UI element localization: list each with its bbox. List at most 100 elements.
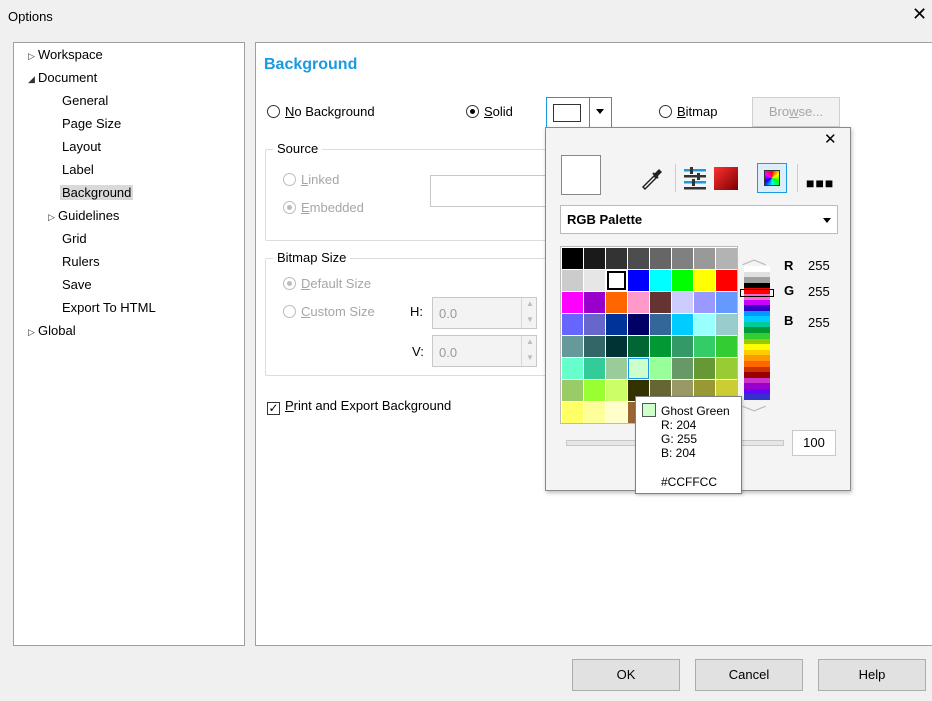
default-size-radio[interactable]: Default Size [283, 276, 371, 291]
palette-swatch[interactable] [628, 270, 649, 291]
palette-swatch[interactable] [562, 402, 583, 423]
tree-item-grid[interactable]: Grid [62, 231, 87, 246]
palette-swatch[interactable] [606, 380, 627, 401]
chevron-down-icon[interactable] [823, 218, 831, 223]
palette-swatch[interactable] [650, 314, 671, 335]
palette-swatch[interactable] [672, 248, 693, 269]
palette-swatch[interactable] [606, 292, 627, 313]
palettes-icon[interactable] [757, 163, 787, 193]
palette-swatch[interactable] [694, 248, 715, 269]
palette-swatch[interactable] [672, 358, 693, 379]
tree-item-export-to-html[interactable]: Export To HTML [62, 300, 156, 315]
palette-select[interactable]: RGB Palette [560, 205, 838, 234]
help-button[interactable]: Help [818, 659, 926, 691]
palette-swatch[interactable] [672, 314, 693, 335]
tree-item-general[interactable]: General [62, 93, 108, 108]
palette-swatch[interactable] [716, 270, 737, 291]
eyedropper-icon[interactable] [639, 165, 665, 191]
radio-indicator[interactable] [283, 305, 296, 318]
palette-swatch[interactable] [584, 248, 605, 269]
palette-swatch[interactable] [584, 380, 605, 401]
spectrum-strip[interactable] [744, 266, 770, 401]
palette-swatch[interactable] [606, 358, 627, 379]
palette-swatch[interactable] [672, 270, 693, 291]
source-path-field[interactable] [430, 175, 548, 207]
spin-down-icon[interactable]: ▼ [526, 315, 534, 324]
palette-swatch[interactable] [584, 358, 605, 379]
palette-swatch[interactable] [562, 248, 583, 269]
tree-item-label[interactable]: Label [62, 162, 94, 177]
palette-swatch[interactable] [694, 358, 715, 379]
palette-swatch[interactable] [716, 292, 737, 313]
palette-swatch[interactable] [672, 336, 693, 357]
tree-item-global[interactable]: ▷ Global [28, 323, 76, 338]
palette-swatch[interactable] [716, 358, 737, 379]
palette-swatch[interactable] [672, 292, 693, 313]
expand-arrow-icon[interactable]: ▷ [28, 327, 38, 338]
palette-swatch[interactable] [694, 270, 715, 291]
color-picker-button[interactable] [546, 97, 612, 128]
print-export-background-checkbox[interactable]: ✓ Print and Export Background [267, 398, 451, 415]
palette-swatch[interactable] [650, 336, 671, 357]
palette-swatch[interactable] [606, 248, 627, 269]
spin-up-icon[interactable]: ▲ [526, 299, 534, 308]
palette-swatch[interactable] [606, 270, 627, 291]
collapse-arrow-icon[interactable]: ◢ [28, 74, 38, 85]
tree-item-rulers[interactable]: Rulers [62, 254, 100, 269]
embedded-radio[interactable]: Embedded [283, 200, 364, 215]
tree-item-page-size[interactable]: Page Size [62, 116, 121, 131]
palette-swatch[interactable] [584, 292, 605, 313]
bitmap-radio[interactable]: Bitmap [659, 104, 717, 119]
palette-swatch[interactable] [562, 380, 583, 401]
palette-swatch[interactable] [606, 402, 627, 423]
radio-indicator[interactable] [283, 277, 296, 290]
solid-radio[interactable]: Solid [466, 104, 513, 119]
palette-swatch[interactable] [628, 248, 649, 269]
palette-swatch[interactable] [584, 270, 605, 291]
palette-swatch[interactable] [584, 314, 605, 335]
expand-arrow-icon[interactable]: ▷ [28, 51, 38, 62]
palette-swatch[interactable] [562, 314, 583, 335]
r-value[interactable]: 255 [808, 258, 830, 273]
spin-down-icon[interactable]: ▼ [526, 353, 534, 362]
custom-size-radio[interactable]: Custom Size [283, 304, 375, 319]
palette-swatch[interactable] [650, 358, 671, 379]
tree-item-save[interactable]: Save [62, 277, 92, 292]
spectrum-band[interactable] [744, 394, 770, 401]
palette-swatch[interactable] [562, 270, 583, 291]
checkmark-icon[interactable]: ✓ [267, 402, 280, 415]
spectrum-marker[interactable] [740, 289, 774, 297]
spin-up-icon[interactable]: ▲ [526, 337, 534, 346]
palette-swatch[interactable] [694, 336, 715, 357]
tree-item-layout[interactable]: Layout [62, 139, 101, 154]
palette-swatch[interactable] [562, 336, 583, 357]
palette-swatch[interactable] [628, 336, 649, 357]
radio-indicator[interactable] [466, 105, 479, 118]
tree-item-background[interactable]: Background [60, 185, 134, 200]
palette-swatch[interactable] [694, 314, 715, 335]
palette-swatch[interactable] [606, 314, 627, 335]
tree-item-workspace[interactable]: ▷ Workspace [28, 47, 103, 62]
expand-arrow-icon[interactable]: ▷ [48, 212, 58, 223]
palette-swatch[interactable] [694, 292, 715, 313]
close-icon[interactable]: ✕ [824, 130, 837, 148]
palette-swatch[interactable] [584, 402, 605, 423]
tree-item-guidelines[interactable]: ▷ Guidelines [48, 208, 119, 223]
linked-radio[interactable]: Linked [283, 172, 339, 187]
radio-indicator[interactable] [283, 201, 296, 214]
palette-swatch[interactable] [716, 248, 737, 269]
h-size-field[interactable]: 0.0 ▲ ▼ [432, 297, 537, 329]
palette-swatch[interactable] [584, 336, 605, 357]
radio-indicator[interactable] [267, 105, 280, 118]
palette-swatch[interactable] [562, 292, 583, 313]
g-value[interactable]: 255 [808, 284, 830, 299]
cancel-button[interactable]: Cancel [695, 659, 803, 691]
tree-item-document[interactable]: ◢ Document [28, 70, 97, 85]
chevron-down-icon[interactable] [596, 109, 604, 114]
palette-swatch[interactable] [628, 358, 649, 379]
no-background-radio[interactable]: No Background [267, 104, 375, 119]
palette-swatch[interactable] [716, 314, 737, 335]
v-size-field[interactable]: 0.0 ▲ ▼ [432, 335, 537, 367]
palette-swatch[interactable] [628, 292, 649, 313]
palette-swatch[interactable] [650, 248, 671, 269]
